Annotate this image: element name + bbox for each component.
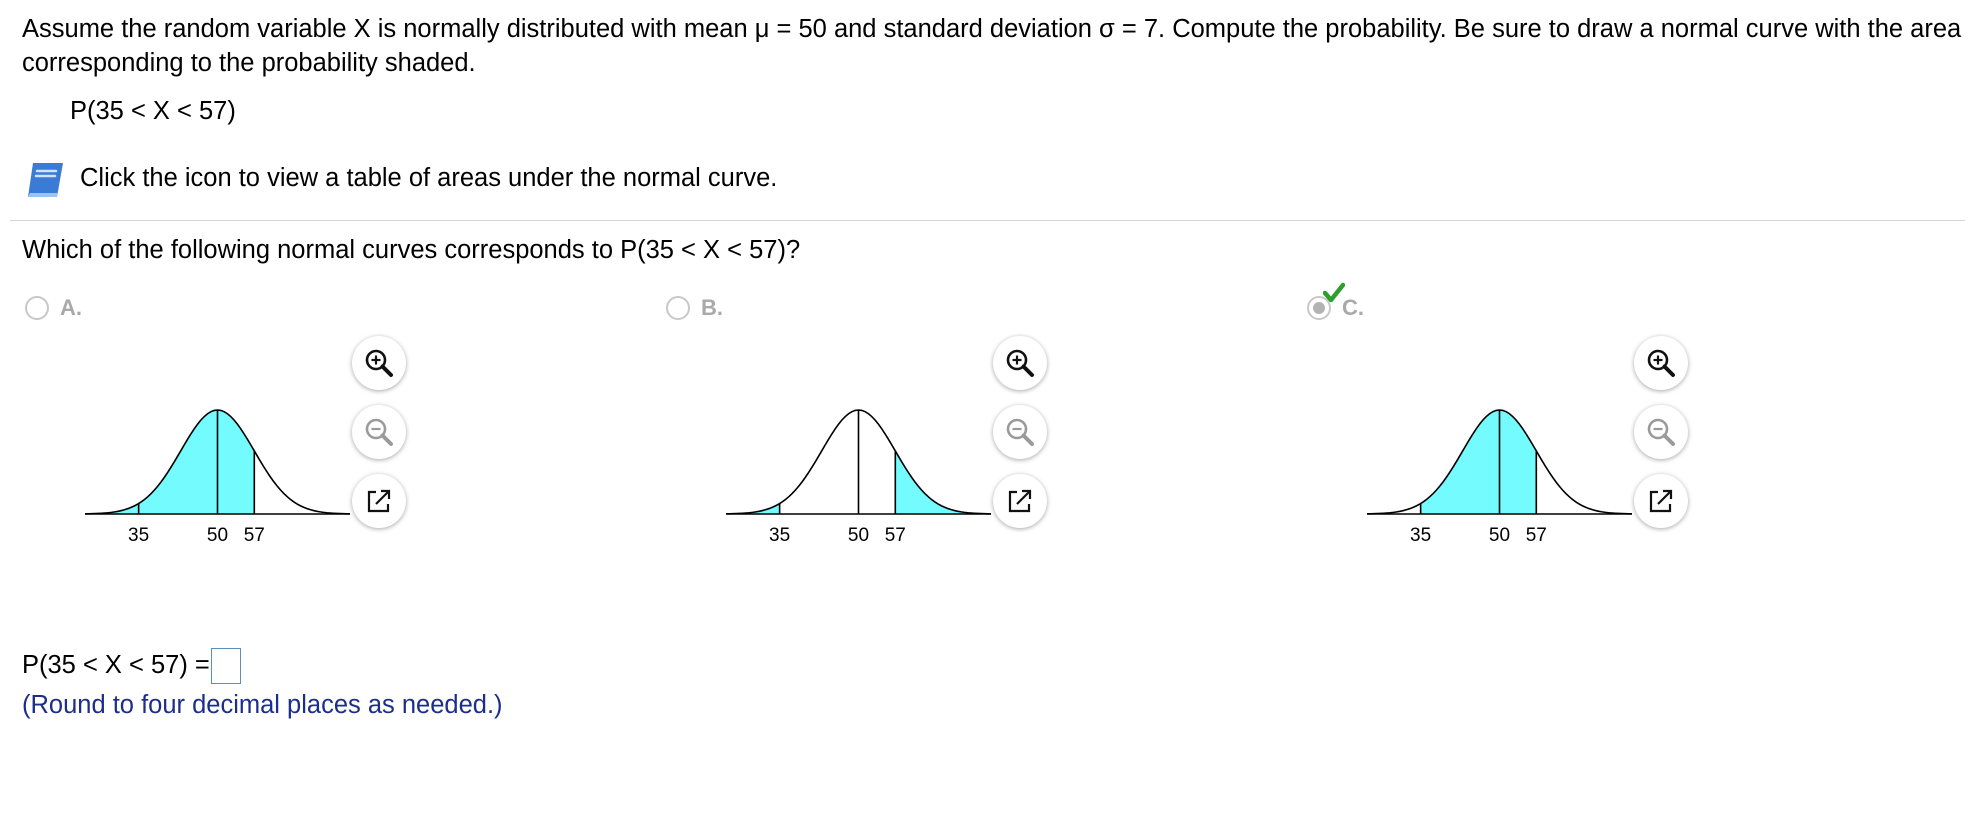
probability-expression: P(35 < X < 57)	[70, 97, 236, 125]
option-c-chart: 35 50 57	[1366, 409, 1633, 546]
tick-label-57: 57	[244, 525, 265, 546]
option-a-radio[interactable]	[25, 296, 49, 320]
tick-label-50: 50	[1489, 525, 1510, 546]
zoom-in-icon[interactable]	[1634, 336, 1688, 390]
tick-label-35: 35	[769, 525, 790, 546]
shaded-area	[895, 450, 991, 514]
table-link-text: Click the icon to view a table of areas …	[80, 164, 778, 192]
tick-label-57: 57	[885, 525, 906, 546]
book-icon[interactable]	[25, 160, 67, 200]
option-a-chart: 35 50 57	[84, 409, 351, 546]
popout-icon[interactable]	[352, 474, 406, 528]
zoom-in-icon[interactable]	[352, 336, 406, 390]
tick-label-50: 50	[848, 525, 869, 546]
divider	[10, 220, 1965, 221]
option-a-letter: A.	[60, 295, 82, 320]
zoom-in-icon[interactable]	[993, 336, 1047, 390]
tick-label-35: 35	[128, 525, 149, 546]
popout-icon[interactable]	[1634, 474, 1688, 528]
option-a-radio-row[interactable]: A.	[25, 290, 82, 326]
answer-label: P(35 < X < 57) =	[22, 651, 210, 679]
option-b-radio-row[interactable]: B.	[666, 290, 723, 326]
question-text: Which of the following normal curves cor…	[22, 236, 801, 264]
problem-statement: Assume the random variable X is normally…	[22, 15, 1962, 77]
tick-label-57: 57	[1526, 525, 1547, 546]
zoom-out-icon[interactable]	[1634, 405, 1688, 459]
option-c-letter: C.	[1342, 295, 1364, 320]
shaded-area	[85, 410, 255, 514]
zoom-out-icon[interactable]	[993, 405, 1047, 459]
option-b-letter: B.	[701, 295, 723, 320]
checkmark-icon	[1323, 282, 1345, 303]
popout-icon[interactable]	[993, 474, 1047, 528]
tick-label-50: 50	[207, 525, 228, 546]
tick-label-35: 35	[1410, 525, 1431, 546]
answer-input[interactable]	[211, 648, 241, 684]
option-b-chart: 35 50 57	[725, 409, 992, 546]
zoom-out-icon[interactable]	[352, 405, 406, 459]
round-note: (Round to four decimal places as needed.…	[22, 691, 503, 719]
option-b-radio[interactable]	[666, 296, 690, 320]
